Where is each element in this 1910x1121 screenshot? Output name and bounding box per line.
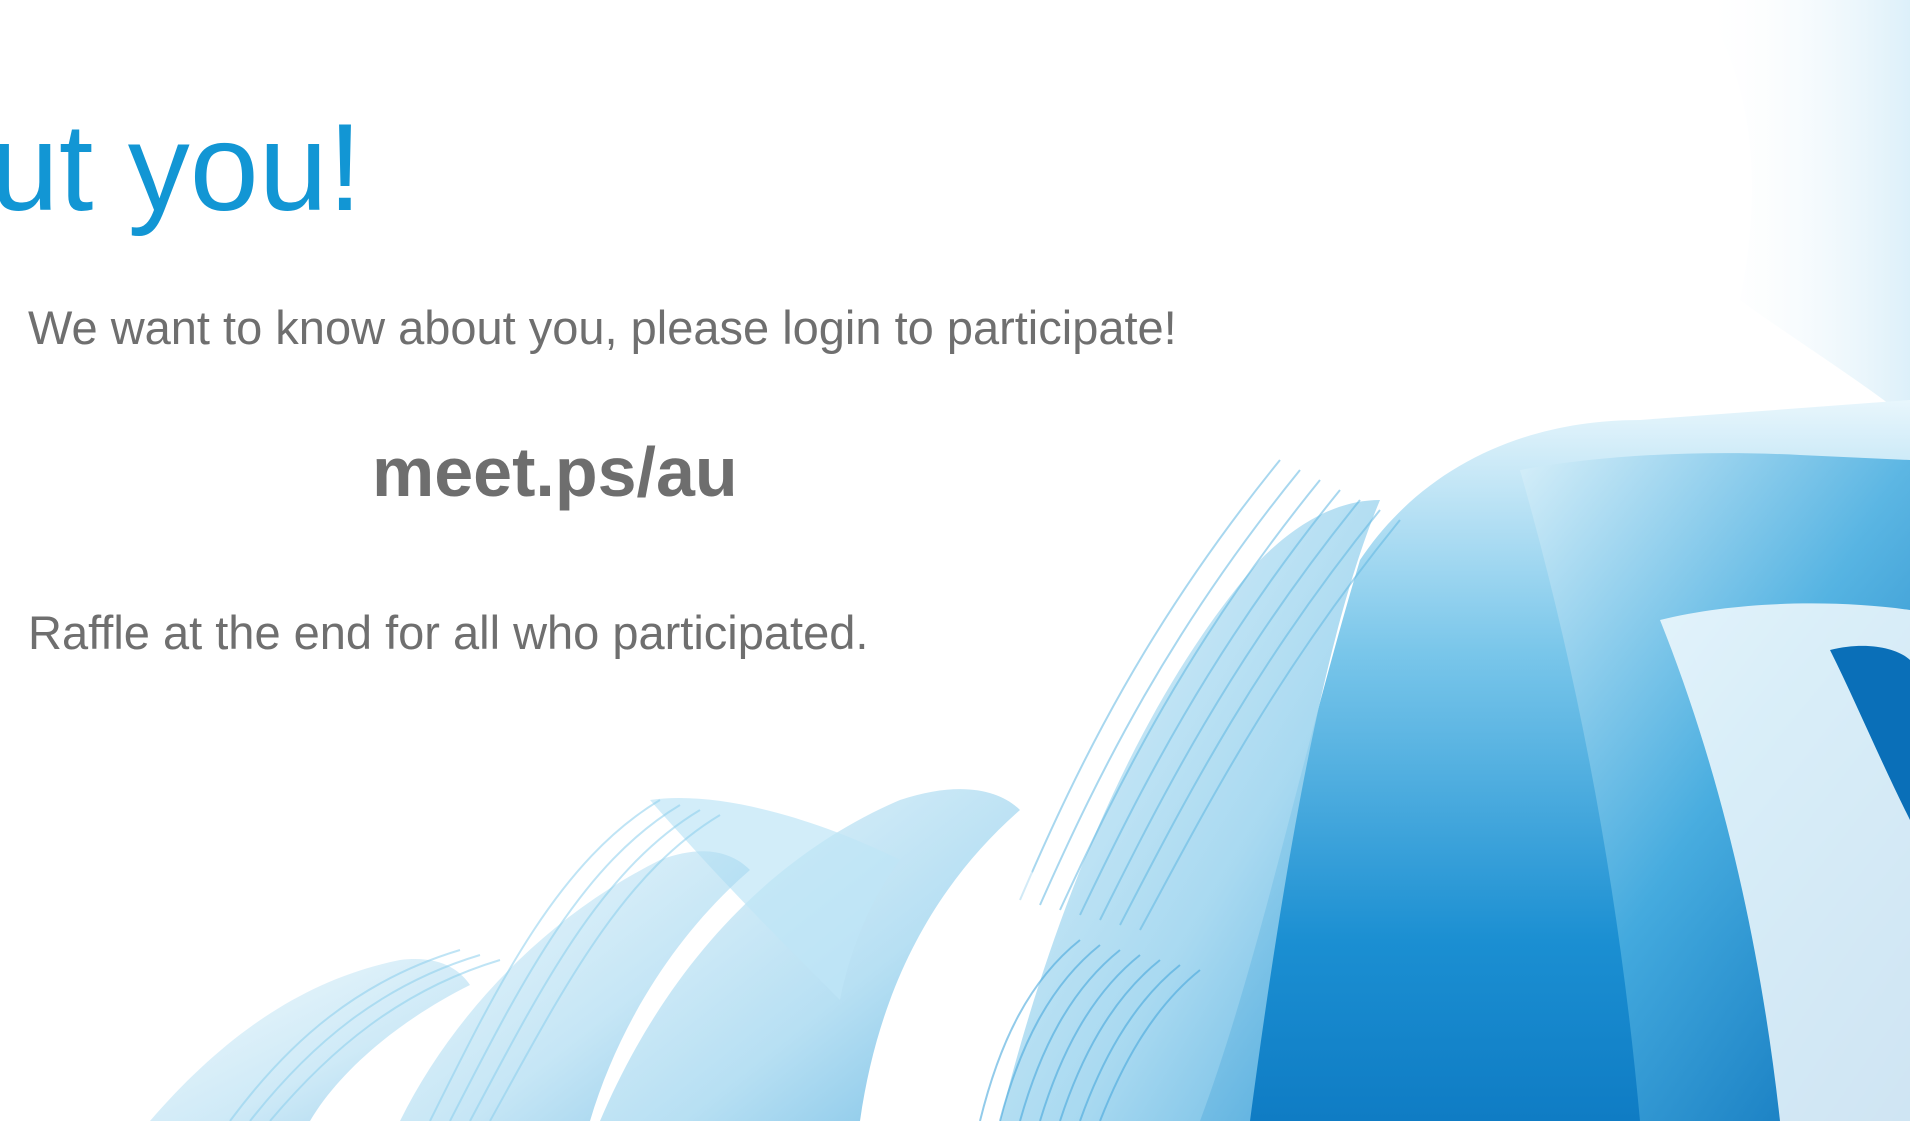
slide: bout you! We want to know about you, ple…: [0, 0, 1910, 1121]
raffle-text: Raffle at the end for all who participat…: [28, 606, 869, 659]
participation-url: meet.ps/au: [372, 433, 738, 511]
intro-text: We want to know about you, please login …: [28, 301, 1177, 354]
slide-title: bout you!: [0, 99, 363, 237]
